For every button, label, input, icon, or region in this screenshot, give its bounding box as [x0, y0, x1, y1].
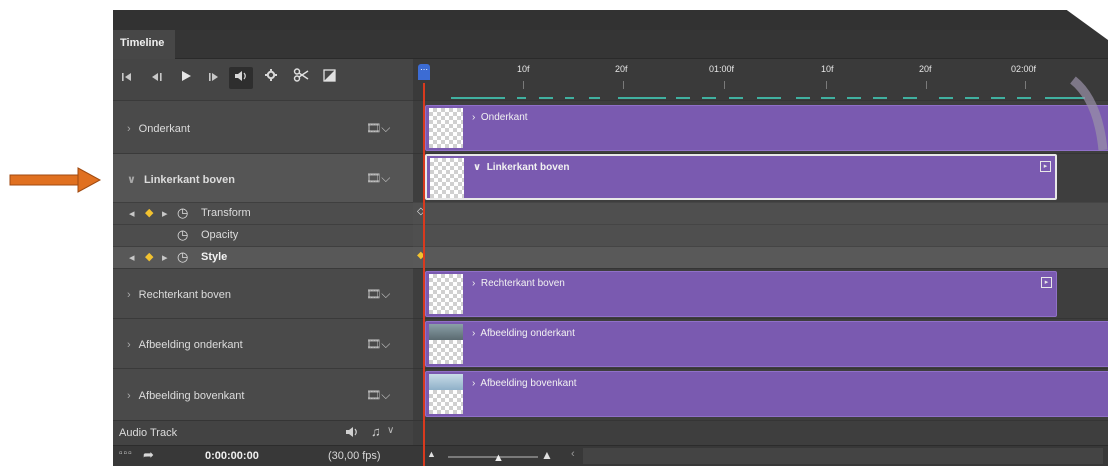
annotation-arrow-icon [9, 167, 102, 193]
playhead-line[interactable] [423, 83, 425, 466]
keyframe-icon[interactable]: ◆ [145, 206, 153, 219]
clip-label: Afbeelding bovenkant [480, 378, 577, 389]
property-row-opacity[interactable]: ◷ Opacity [113, 224, 413, 247]
frame-mode-icon[interactable]: ▫▫▫ [119, 448, 133, 459]
clip-label: Linkerkant boven [486, 162, 570, 173]
time-ruler[interactable]: 10f 20f 01:00f 10f 20f 02:00f [413, 59, 1108, 100]
video-clip[interactable]: › Onderkant [425, 105, 1108, 151]
ruler-label: 10f [517, 64, 530, 74]
clip-thumbnail [429, 374, 463, 414]
property-name: Opacity [201, 229, 239, 241]
zoom-slider-handle[interactable]: ▲ [493, 452, 504, 464]
playhead-handle[interactable]: ⋯ [418, 64, 430, 80]
tab-bar [113, 30, 1108, 59]
track-lane: › Rechterkant boven ▸ [413, 268, 1108, 319]
ruler-label: 02:00f [1011, 64, 1037, 74]
clip-end-icon[interactable]: ▸ [1040, 161, 1051, 172]
current-timecode: 0:00:00:00 [205, 450, 259, 462]
zoom-out-icon[interactable]: ▲ [427, 449, 436, 459]
chevron-right-icon[interactable]: › [127, 289, 131, 301]
video-clip[interactable]: › Rechterkant boven ▸ [425, 271, 1057, 317]
music-note-icon[interactable]: ♫ [371, 424, 381, 439]
audio-track-header[interactable]: Audio Track ♫ ∨ [113, 420, 413, 446]
prev-keyframe-icon[interactable]: ◂ [129, 207, 135, 220]
render-arrow-icon[interactable]: ➦ [143, 447, 154, 463]
ruler-label: 10f [821, 64, 834, 74]
clip-label: Rechterkant boven [480, 278, 565, 289]
next-frame-icon[interactable] [206, 67, 222, 89]
film-strip-icon[interactable]: 🎞︎⌵ [366, 337, 390, 352]
chevron-right-icon[interactable]: › [127, 390, 131, 402]
prev-keyframe-icon[interactable]: ◂ [129, 251, 135, 264]
clip-label: Afbeelding onderkant [480, 328, 575, 339]
chevron-down-icon[interactable]: ∨ [387, 425, 394, 436]
film-strip-icon[interactable]: 🎞︎⌵ [366, 121, 390, 136]
property-lane: ◇ [413, 202, 1108, 225]
clip-thumbnail [429, 108, 463, 148]
video-clip[interactable]: › Afbeelding bovenkant [425, 371, 1108, 417]
track-lane: ∨ Linkerkant boven ▸ [413, 153, 1108, 203]
first-frame-icon[interactable] [119, 67, 135, 89]
property-row-style[interactable]: ◂ ◆ ▸ ◷ Style [113, 246, 413, 269]
chevron-down-icon[interactable]: ∨ [127, 174, 136, 186]
track-lane: › Afbeelding bovenkant [413, 368, 1108, 421]
stopwatch-icon[interactable]: ◷ [177, 227, 188, 243]
video-clip-selected[interactable]: ∨ Linkerkant boven ▸ [425, 154, 1057, 200]
next-keyframe-icon[interactable]: ▸ [162, 207, 168, 220]
film-strip-icon[interactable]: 🎞︎⌵ [366, 287, 390, 302]
track-header[interactable]: › Afbeelding onderkant 🎞︎⌵ [113, 318, 413, 369]
track-header-selected[interactable]: ∨ Linkerkant boven 🎞︎⌵ [113, 153, 413, 203]
frame-rate: (30,00 fps) [328, 450, 381, 462]
property-lane [413, 224, 1108, 247]
film-strip-icon[interactable]: 🎞︎⌵ [366, 171, 390, 186]
video-clip[interactable]: › Afbeelding onderkant [425, 321, 1108, 367]
clip-thumbnail [429, 274, 463, 314]
clip-thumbnail [430, 158, 464, 198]
ruler-label: 20f [615, 64, 628, 74]
ruler-label: 01:00f [709, 64, 735, 74]
status-bar: ▫▫▫ ➦ 0:00:00:00 (30,00 fps) ▲ ▲ ▲ ‹ [113, 445, 1108, 466]
track-header[interactable]: › Rechterkant boven 🎞︎⌵ [113, 268, 413, 319]
track-name: Afbeelding onderkant [138, 339, 243, 351]
chevron-right-icon[interactable]: › [127, 123, 131, 135]
next-keyframe-icon[interactable]: ▸ [162, 251, 168, 264]
gear-icon[interactable] [261, 67, 281, 89]
track-name: Onderkant [138, 123, 191, 135]
audio-track-label: Audio Track [119, 427, 178, 439]
track-name: Linkerkant boven [143, 174, 236, 186]
play-icon[interactable] [177, 67, 195, 89]
clip-thumbnail [429, 324, 463, 364]
property-name: Transform [201, 207, 251, 219]
property-name: Style [201, 251, 228, 263]
previous-frame-icon[interactable] [149, 67, 165, 89]
speaker-icon[interactable] [229, 67, 253, 89]
stopwatch-icon[interactable]: ◷ [177, 205, 188, 221]
track-name: Rechterkant boven [138, 289, 232, 301]
track-lane: › Afbeelding onderkant [413, 318, 1108, 369]
tab-timeline[interactable]: Timeline [113, 30, 175, 59]
chevron-right-icon[interactable]: › [127, 339, 131, 351]
timeline-scrollbar[interactable] [583, 448, 1103, 464]
transition-icon[interactable] [319, 67, 339, 89]
track-header[interactable]: › Afbeelding bovenkant 🎞︎⌵ [113, 368, 413, 421]
speaker-icon[interactable] [345, 426, 359, 441]
ruler-label: 20f [919, 64, 932, 74]
scroll-left-icon[interactable]: ‹ [571, 448, 575, 460]
audio-lane [413, 420, 1108, 446]
zoom-in-icon[interactable]: ▲ [541, 448, 553, 462]
keyframe-icon[interactable]: ◆ [145, 250, 153, 263]
property-row-transform[interactable]: ◂ ◆ ▸ ◷ Transform [113, 202, 413, 225]
track-name: Afbeelding bovenkant [138, 390, 245, 402]
property-lane: ◆ [413, 246, 1108, 269]
track-lane: › Onderkant [413, 100, 1108, 154]
track-header[interactable]: › Onderkant 🎞︎⌵ [113, 100, 413, 154]
panel-header [113, 10, 1108, 30]
timeline-panel: Timeline 10f 20f 01:00f 10f 20f 02:00f ›… [113, 0, 1108, 466]
stopwatch-icon[interactable]: ◷ [177, 249, 188, 265]
clip-end-icon[interactable]: ▸ [1041, 277, 1052, 288]
clip-label: Onderkant [480, 112, 528, 123]
film-strip-icon[interactable]: 🎞︎⌵ [366, 388, 390, 403]
transport-controls [113, 59, 413, 100]
scissors-icon[interactable] [291, 67, 311, 89]
